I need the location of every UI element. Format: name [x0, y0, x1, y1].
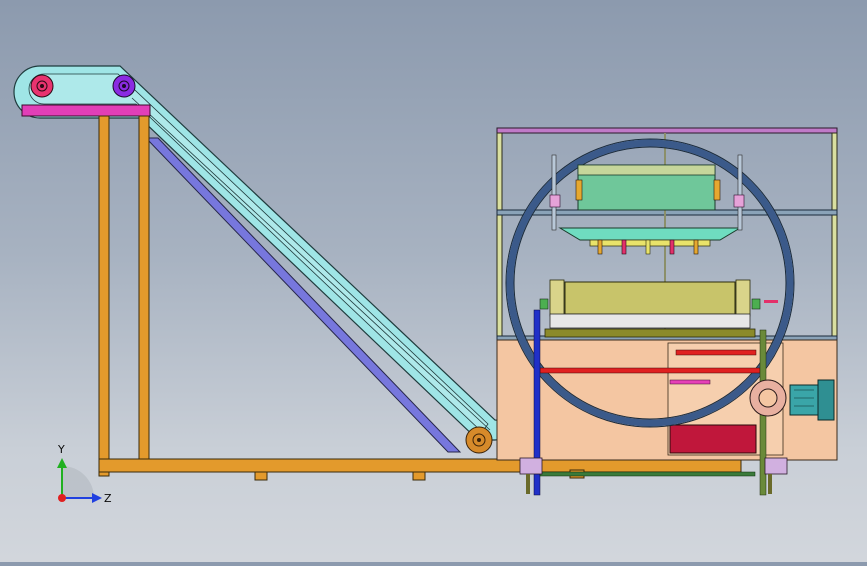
cad-viewport[interactable]	[0, 0, 867, 562]
frame-foot-1	[254, 471, 268, 481]
top-beam	[496, 127, 838, 134]
machine-drawing	[13, 65, 838, 496]
head-plate	[21, 104, 151, 117]
frame-leg-right	[138, 115, 150, 463]
coordinate-axes-icon: Y Z	[40, 440, 120, 510]
mid-beam	[496, 209, 838, 216]
press-block	[539, 279, 778, 338]
tail-pulley	[465, 426, 493, 454]
drive-motor	[749, 379, 835, 421]
head-pulley-right	[112, 74, 136, 98]
conveyor-lower-belt	[144, 137, 462, 453]
y-axis-label: Y	[57, 443, 65, 456]
frame-base-rail	[98, 458, 742, 473]
upper-post-right	[831, 132, 838, 339]
hopper	[669, 424, 757, 454]
upper-post-left	[496, 132, 503, 339]
inclined-conveyor	[13, 65, 506, 454]
upper-mold	[549, 154, 745, 255]
head-pulley-left	[30, 74, 54, 98]
frame-leg-left	[98, 115, 110, 477]
z-axis-label: Z	[104, 492, 112, 505]
frame-foot-2	[412, 471, 426, 481]
